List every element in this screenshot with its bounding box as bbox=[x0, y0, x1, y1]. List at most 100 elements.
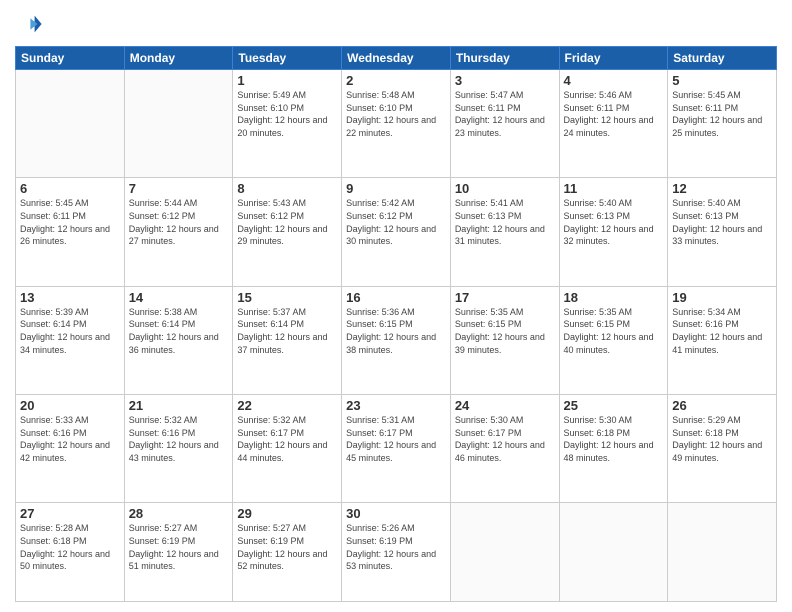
day-cell: 3Sunrise: 5:47 AM Sunset: 6:11 PM Daylig… bbox=[450, 70, 559, 178]
day-number: 25 bbox=[564, 398, 664, 413]
day-cell: 23Sunrise: 5:31 AM Sunset: 6:17 PM Dayli… bbox=[342, 395, 451, 503]
day-header-monday: Monday bbox=[124, 47, 233, 70]
day-header-thursday: Thursday bbox=[450, 47, 559, 70]
day-cell: 18Sunrise: 5:35 AM Sunset: 6:15 PM Dayli… bbox=[559, 286, 668, 394]
day-number: 3 bbox=[455, 73, 555, 88]
calendar-table: SundayMondayTuesdayWednesdayThursdayFrid… bbox=[15, 46, 777, 602]
day-number: 28 bbox=[129, 506, 229, 521]
day-info: Sunrise: 5:44 AM Sunset: 6:12 PM Dayligh… bbox=[129, 197, 229, 247]
day-number: 10 bbox=[455, 181, 555, 196]
calendar-header: SundayMondayTuesdayWednesdayThursdayFrid… bbox=[16, 47, 777, 70]
day-header-wednesday: Wednesday bbox=[342, 47, 451, 70]
day-number: 1 bbox=[237, 73, 337, 88]
day-info: Sunrise: 5:29 AM Sunset: 6:18 PM Dayligh… bbox=[672, 414, 772, 464]
day-number: 14 bbox=[129, 290, 229, 305]
day-cell: 20Sunrise: 5:33 AM Sunset: 6:16 PM Dayli… bbox=[16, 395, 125, 503]
day-info: Sunrise: 5:28 AM Sunset: 6:18 PM Dayligh… bbox=[20, 522, 120, 572]
week-row-3: 20Sunrise: 5:33 AM Sunset: 6:16 PM Dayli… bbox=[16, 395, 777, 503]
day-cell: 9Sunrise: 5:42 AM Sunset: 6:12 PM Daylig… bbox=[342, 178, 451, 286]
day-number: 12 bbox=[672, 181, 772, 196]
day-info: Sunrise: 5:38 AM Sunset: 6:14 PM Dayligh… bbox=[129, 306, 229, 356]
day-number: 5 bbox=[672, 73, 772, 88]
day-info: Sunrise: 5:31 AM Sunset: 6:17 PM Dayligh… bbox=[346, 414, 446, 464]
day-number: 29 bbox=[237, 506, 337, 521]
day-header-sunday: Sunday bbox=[16, 47, 125, 70]
week-row-2: 13Sunrise: 5:39 AM Sunset: 6:14 PM Dayli… bbox=[16, 286, 777, 394]
day-number: 20 bbox=[20, 398, 120, 413]
day-cell: 5Sunrise: 5:45 AM Sunset: 6:11 PM Daylig… bbox=[668, 70, 777, 178]
day-info: Sunrise: 5:27 AM Sunset: 6:19 PM Dayligh… bbox=[237, 522, 337, 572]
day-number: 17 bbox=[455, 290, 555, 305]
day-info: Sunrise: 5:47 AM Sunset: 6:11 PM Dayligh… bbox=[455, 89, 555, 139]
day-number: 26 bbox=[672, 398, 772, 413]
day-cell: 12Sunrise: 5:40 AM Sunset: 6:13 PM Dayli… bbox=[668, 178, 777, 286]
day-cell: 4Sunrise: 5:46 AM Sunset: 6:11 PM Daylig… bbox=[559, 70, 668, 178]
day-number: 9 bbox=[346, 181, 446, 196]
day-info: Sunrise: 5:27 AM Sunset: 6:19 PM Dayligh… bbox=[129, 522, 229, 572]
day-info: Sunrise: 5:46 AM Sunset: 6:11 PM Dayligh… bbox=[564, 89, 664, 139]
day-number: 4 bbox=[564, 73, 664, 88]
day-cell: 1Sunrise: 5:49 AM Sunset: 6:10 PM Daylig… bbox=[233, 70, 342, 178]
day-number: 16 bbox=[346, 290, 446, 305]
day-info: Sunrise: 5:30 AM Sunset: 6:17 PM Dayligh… bbox=[455, 414, 555, 464]
day-cell: 10Sunrise: 5:41 AM Sunset: 6:13 PM Dayli… bbox=[450, 178, 559, 286]
week-row-1: 6Sunrise: 5:45 AM Sunset: 6:11 PM Daylig… bbox=[16, 178, 777, 286]
week-row-0: 1Sunrise: 5:49 AM Sunset: 6:10 PM Daylig… bbox=[16, 70, 777, 178]
day-info: Sunrise: 5:40 AM Sunset: 6:13 PM Dayligh… bbox=[564, 197, 664, 247]
day-header-friday: Friday bbox=[559, 47, 668, 70]
day-cell bbox=[124, 70, 233, 178]
day-info: Sunrise: 5:45 AM Sunset: 6:11 PM Dayligh… bbox=[20, 197, 120, 247]
day-number: 7 bbox=[129, 181, 229, 196]
day-number: 6 bbox=[20, 181, 120, 196]
day-header-tuesday: Tuesday bbox=[233, 47, 342, 70]
day-cell: 8Sunrise: 5:43 AM Sunset: 6:12 PM Daylig… bbox=[233, 178, 342, 286]
day-info: Sunrise: 5:48 AM Sunset: 6:10 PM Dayligh… bbox=[346, 89, 446, 139]
day-number: 11 bbox=[564, 181, 664, 196]
day-cell bbox=[668, 503, 777, 602]
day-cell bbox=[559, 503, 668, 602]
day-info: Sunrise: 5:45 AM Sunset: 6:11 PM Dayligh… bbox=[672, 89, 772, 139]
day-cell: 25Sunrise: 5:30 AM Sunset: 6:18 PM Dayli… bbox=[559, 395, 668, 503]
day-number: 15 bbox=[237, 290, 337, 305]
day-info: Sunrise: 5:37 AM Sunset: 6:14 PM Dayligh… bbox=[237, 306, 337, 356]
day-info: Sunrise: 5:34 AM Sunset: 6:16 PM Dayligh… bbox=[672, 306, 772, 356]
day-number: 27 bbox=[20, 506, 120, 521]
calendar-body: 1Sunrise: 5:49 AM Sunset: 6:10 PM Daylig… bbox=[16, 70, 777, 602]
day-info: Sunrise: 5:49 AM Sunset: 6:10 PM Dayligh… bbox=[237, 89, 337, 139]
day-cell: 29Sunrise: 5:27 AM Sunset: 6:19 PM Dayli… bbox=[233, 503, 342, 602]
day-cell: 2Sunrise: 5:48 AM Sunset: 6:10 PM Daylig… bbox=[342, 70, 451, 178]
day-cell: 7Sunrise: 5:44 AM Sunset: 6:12 PM Daylig… bbox=[124, 178, 233, 286]
day-info: Sunrise: 5:35 AM Sunset: 6:15 PM Dayligh… bbox=[455, 306, 555, 356]
week-row-4: 27Sunrise: 5:28 AM Sunset: 6:18 PM Dayli… bbox=[16, 503, 777, 602]
day-info: Sunrise: 5:39 AM Sunset: 6:14 PM Dayligh… bbox=[20, 306, 120, 356]
day-info: Sunrise: 5:41 AM Sunset: 6:13 PM Dayligh… bbox=[455, 197, 555, 247]
page: SundayMondayTuesdayWednesdayThursdayFrid… bbox=[0, 0, 792, 612]
day-number: 2 bbox=[346, 73, 446, 88]
day-number: 30 bbox=[346, 506, 446, 521]
day-cell: 19Sunrise: 5:34 AM Sunset: 6:16 PM Dayli… bbox=[668, 286, 777, 394]
day-header-saturday: Saturday bbox=[668, 47, 777, 70]
day-number: 21 bbox=[129, 398, 229, 413]
day-cell: 16Sunrise: 5:36 AM Sunset: 6:15 PM Dayli… bbox=[342, 286, 451, 394]
day-info: Sunrise: 5:32 AM Sunset: 6:17 PM Dayligh… bbox=[237, 414, 337, 464]
day-info: Sunrise: 5:33 AM Sunset: 6:16 PM Dayligh… bbox=[20, 414, 120, 464]
day-cell: 24Sunrise: 5:30 AM Sunset: 6:17 PM Dayli… bbox=[450, 395, 559, 503]
day-cell: 11Sunrise: 5:40 AM Sunset: 6:13 PM Dayli… bbox=[559, 178, 668, 286]
day-cell: 15Sunrise: 5:37 AM Sunset: 6:14 PM Dayli… bbox=[233, 286, 342, 394]
day-number: 23 bbox=[346, 398, 446, 413]
day-cell bbox=[16, 70, 125, 178]
day-info: Sunrise: 5:26 AM Sunset: 6:19 PM Dayligh… bbox=[346, 522, 446, 572]
day-cell: 14Sunrise: 5:38 AM Sunset: 6:14 PM Dayli… bbox=[124, 286, 233, 394]
day-cell: 28Sunrise: 5:27 AM Sunset: 6:19 PM Dayli… bbox=[124, 503, 233, 602]
header bbox=[15, 10, 777, 38]
day-cell: 26Sunrise: 5:29 AM Sunset: 6:18 PM Dayli… bbox=[668, 395, 777, 503]
day-number: 24 bbox=[455, 398, 555, 413]
day-number: 13 bbox=[20, 290, 120, 305]
day-info: Sunrise: 5:40 AM Sunset: 6:13 PM Dayligh… bbox=[672, 197, 772, 247]
day-info: Sunrise: 5:43 AM Sunset: 6:12 PM Dayligh… bbox=[237, 197, 337, 247]
day-cell: 17Sunrise: 5:35 AM Sunset: 6:15 PM Dayli… bbox=[450, 286, 559, 394]
day-cell bbox=[450, 503, 559, 602]
day-info: Sunrise: 5:32 AM Sunset: 6:16 PM Dayligh… bbox=[129, 414, 229, 464]
day-info: Sunrise: 5:42 AM Sunset: 6:12 PM Dayligh… bbox=[346, 197, 446, 247]
day-info: Sunrise: 5:35 AM Sunset: 6:15 PM Dayligh… bbox=[564, 306, 664, 356]
